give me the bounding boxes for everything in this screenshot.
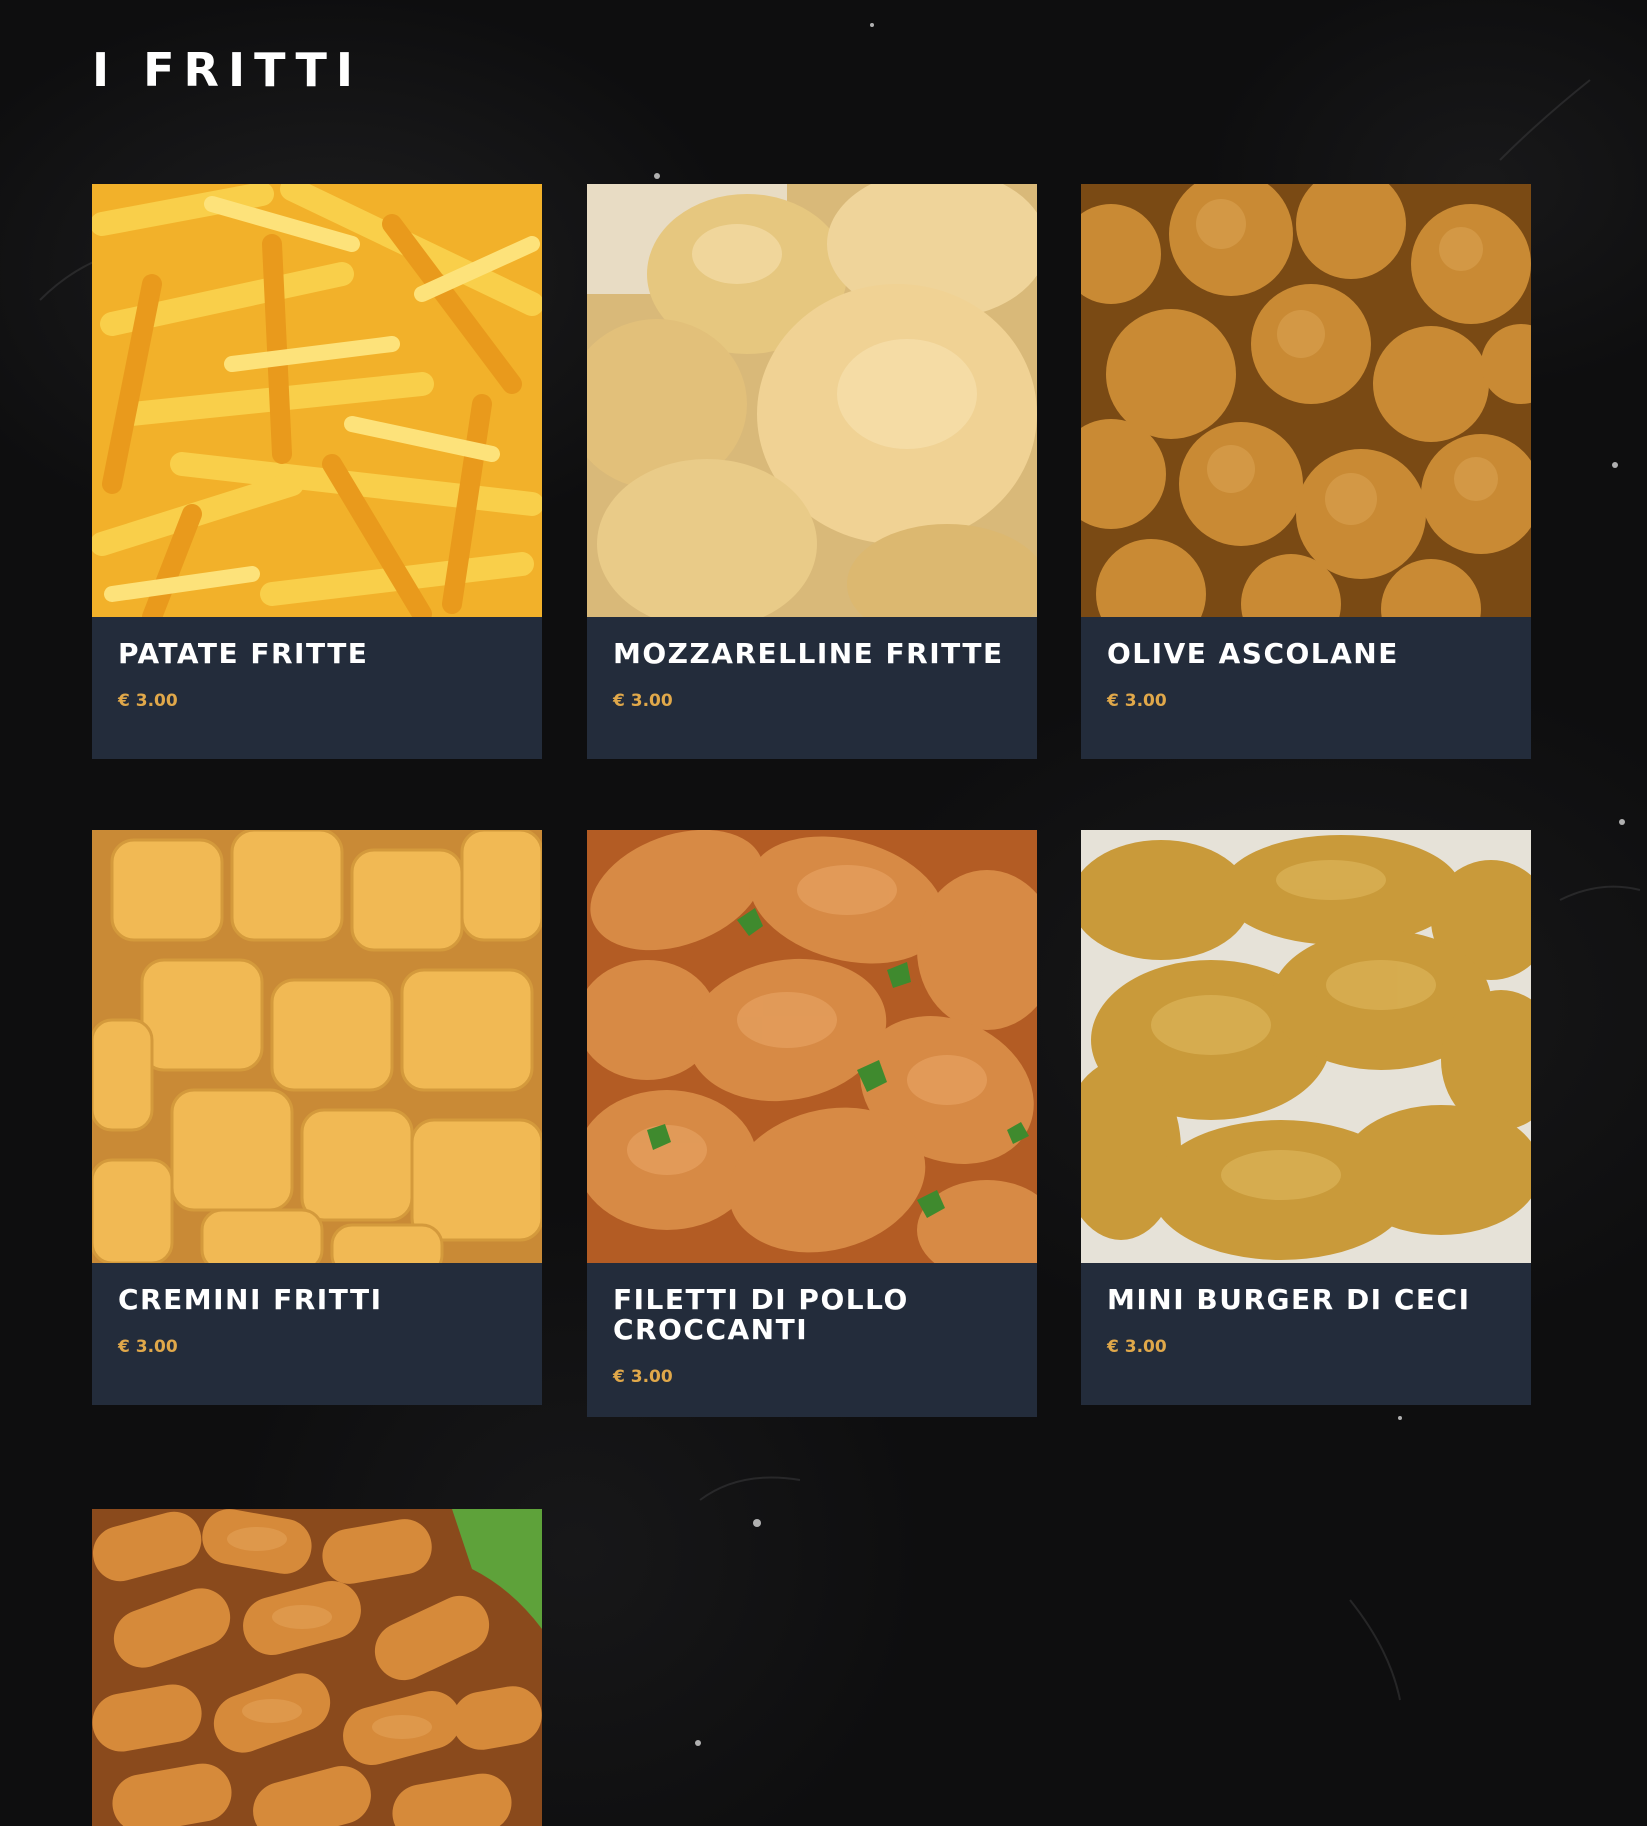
chickpea-fritters-photo: [1081, 830, 1531, 1263]
menu-card-cremini-fritti[interactable]: CREMINI FRITTI € 3.00: [92, 830, 542, 1405]
item-name: MOZZARELLINE FRITTE: [613, 637, 1004, 670]
menu-card-filetti-di-pollo-croccanti[interactable]: FILETTI DI POLLO CROCCANTI € 3.00: [587, 830, 1037, 1417]
item-name: OLIVE ASCOLANE: [1107, 637, 1399, 670]
card-info: CREMINI FRITTI € 3.00: [92, 1263, 542, 1405]
item-price: € 3.00: [1107, 691, 1167, 711]
croquettes-photo: [92, 1509, 542, 1826]
card-info: FILETTI DI POLLO CROCCANTI € 3.00: [587, 1263, 1037, 1417]
section-title: I FRITTI: [92, 43, 363, 97]
item-price: € 3.00: [613, 691, 673, 711]
card-info: OLIVE ASCOLANE € 3.00: [1081, 617, 1531, 759]
menu-card-patate-fritte[interactable]: PATATE FRITTE € 3.00: [92, 184, 542, 759]
crispy-chicken-fillets-photo: [587, 830, 1037, 1263]
item-price: € 3.00: [613, 1367, 673, 1387]
item-price: € 3.00: [118, 691, 178, 711]
item-name: CREMINI FRITTI: [118, 1283, 383, 1316]
card-info: PATATE FRITTE € 3.00: [92, 617, 542, 759]
card-info: MINI BURGER DI CECI € 3.00: [1081, 1263, 1531, 1405]
menu-card-mozzarelline-fritte[interactable]: MOZZARELLINE FRITTE € 3.00: [587, 184, 1037, 759]
menu-card-croquettes[interactable]: [92, 1509, 542, 1826]
item-name: MINI BURGER DI CECI: [1107, 1283, 1471, 1316]
french-fries-photo: [92, 184, 542, 617]
fried-mozzarella-balls-photo: [587, 184, 1037, 617]
menu-card-mini-burger-di-ceci[interactable]: MINI BURGER DI CECI € 3.00: [1081, 830, 1531, 1405]
fried-olives-photo: [1081, 184, 1531, 617]
menu-card-olive-ascolane[interactable]: OLIVE ASCOLANE € 3.00: [1081, 184, 1531, 759]
item-name: PATATE FRITTE: [118, 637, 369, 670]
fried-cream-cubes-photo: [92, 830, 542, 1263]
item-name: FILETTI DI POLLO CROCCANTI: [613, 1283, 909, 1346]
item-price: € 3.00: [1107, 1337, 1167, 1357]
card-info: MOZZARELLINE FRITTE € 3.00: [587, 617, 1037, 759]
item-price: € 3.00: [118, 1337, 178, 1357]
